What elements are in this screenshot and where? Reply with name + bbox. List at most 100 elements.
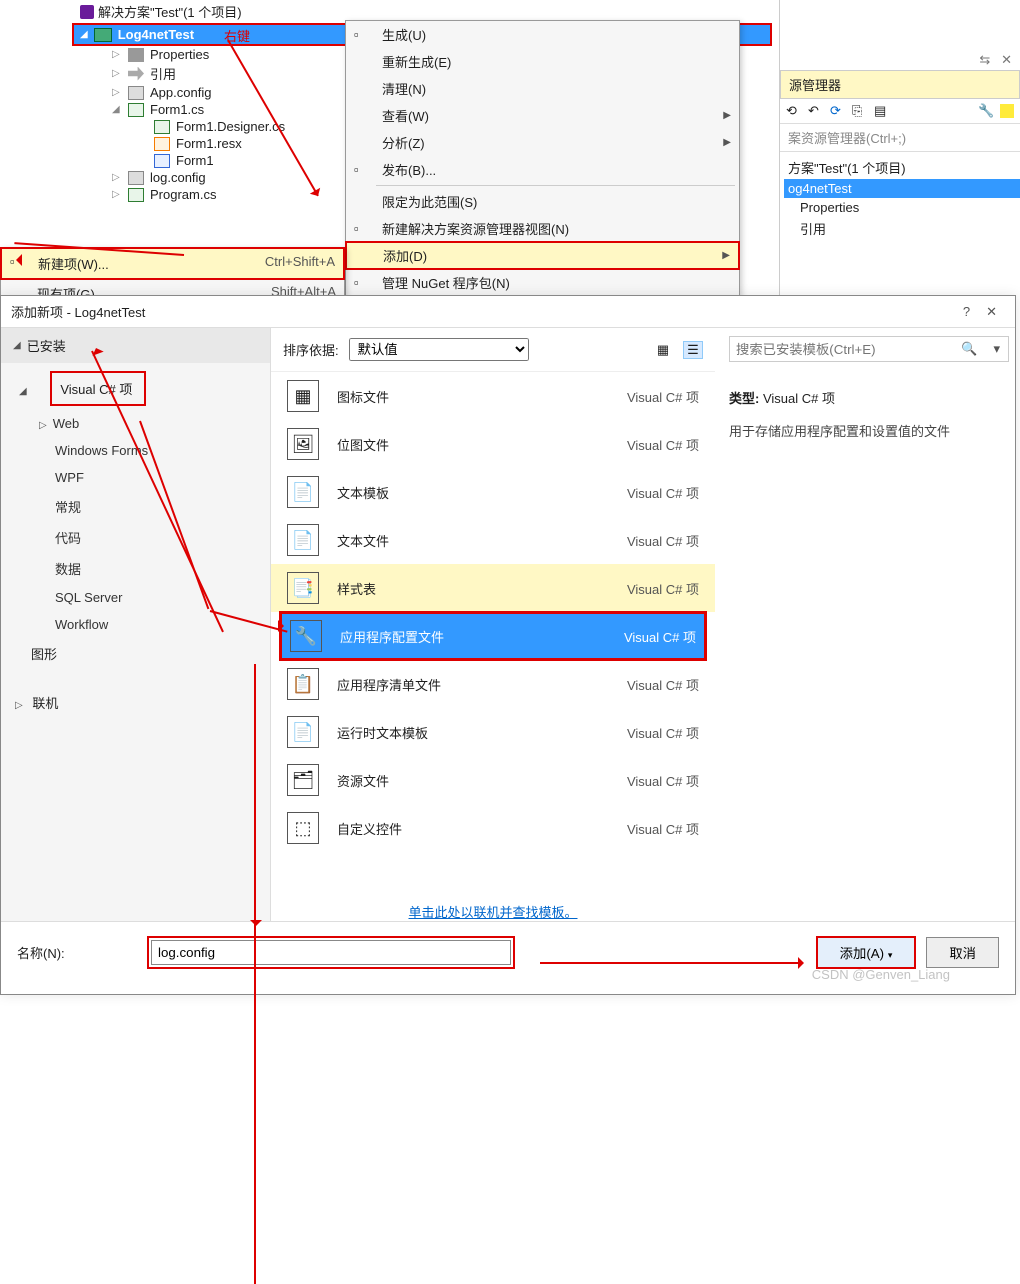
publish-icon: ▫ [354,162,370,178]
copy-icon[interactable]: ⎘ [852,103,868,119]
description-panel: 🔍 ▾ 类型: Visual C# 项 用于存储应用程序配置和设置值的文件 [715,328,1015,921]
menu-item[interactable]: 分析(Z)▶ [346,129,739,156]
menu-item[interactable]: 添加(D)▶ [345,241,740,270]
template-item[interactable]: ⬚自定义控件Visual C# 项 [271,804,715,852]
category-graphics[interactable]: 图形 [1,638,270,669]
sort-label: 排序依据: [283,340,339,359]
chevron-right-icon: ▶ [723,110,731,121]
category-visual-csharp[interactable]: Visual C# 项 [50,371,146,406]
type-line: 类型: Visual C# 项 [729,388,1001,407]
file-icon [128,188,144,202]
template-item[interactable]: 📄文本文件Visual C# 项 [271,516,715,564]
secondary-explorer: ⇆ ✕ 源管理器 ⟲ ↶ ⟳ ⎘ ▤ 🔧 案资源管理器(Ctrl+;) 方案"T… [780,50,1020,290]
chevron-right-icon: ▷ [15,700,23,711]
tree-solution[interactable]: 方案"Test"(1 个项目) [784,156,1020,179]
text-file-icon: 📄 [287,524,319,556]
online-header[interactable]: ▷ 联机 [1,687,270,718]
file-icon [154,154,170,168]
chevron-right-icon: ▶ [722,250,730,261]
view-list-button[interactable]: ☰ [683,341,703,359]
menu-item[interactable]: 限定为此范围(S) [346,188,739,215]
stylesheet-icon: 📑 [287,572,319,604]
template-item[interactable]: 📄文本模板Visual C# 项 [271,468,715,516]
search-templates[interactable]: 🔍 ▾ [729,336,1009,362]
find-online-link[interactable]: 单击此处以联机并查找模板。 [271,892,715,931]
text-tmpl-icon: 📄 [287,476,319,508]
search-input[interactable] [730,337,953,361]
template-item[interactable]: ▦图标文件Visual C# 项 [271,372,715,420]
explorer-tab[interactable]: 源管理器 [780,70,1020,99]
dialog-footer: 名称(N): 添加(A) ▾ 取消 [1,922,1015,983]
tree-references[interactable]: 引用 [784,217,1020,240]
tree-properties[interactable]: Properties [784,198,1020,217]
close-icon[interactable]: ✕ [978,304,1005,320]
context-menu: ▫生成(U)重新生成(E)清理(N)查看(W)▶分析(Z)▶▫发布(B)... 限… [345,20,740,297]
home-icon[interactable]: ⟲ [786,103,802,119]
search-icon[interactable]: 🔍 [953,337,985,361]
wrench-icon[interactable]: 🔧 [978,103,994,119]
back-icon[interactable]: ↶ [808,103,824,119]
menu-item[interactable]: ▫发布(B)... [346,156,739,183]
file-icon [128,48,144,62]
refresh-icon[interactable]: ⟳ [830,103,846,119]
file-icon [154,137,170,151]
dropdown-icon[interactable]: ▾ [985,337,1008,361]
template-item[interactable]: 🖼位图文件Visual C# 项 [271,420,715,468]
csharp-project-icon [94,28,112,42]
template-item[interactable]: 🗂资源文件Visual C# 项 [271,756,715,804]
sort-dropdown[interactable]: 默认值 [349,338,529,361]
category-item[interactable]: SQL Server [1,584,270,611]
category-item[interactable]: ▷Web [1,410,270,437]
nuget-icon: ▫ [354,275,370,291]
add-button[interactable]: 添加(A) ▾ [816,936,917,969]
template-item[interactable]: 📄运行时文本模板Visual C# 项 [271,708,715,756]
window-buttons[interactable]: ⇆ ✕ [780,50,1020,70]
runtime-tmpl-icon: 📄 [287,716,319,748]
chevron-right-icon: ▶ [723,137,731,148]
icon-file-icon: ▦ [287,380,319,412]
file-icon [128,67,144,81]
solution-icon [80,5,94,19]
category-item[interactable]: 代码 [1,522,270,553]
view-icons-button[interactable]: ▦ [653,341,673,359]
project-name: Log4netTest [118,27,194,42]
newview-icon: ▫ [354,221,370,237]
category-item[interactable]: 数据 [1,553,270,584]
cancel-button[interactable]: 取消 [926,937,999,968]
file-icon [154,120,170,134]
solution-title: 解决方案"Test"(1 个项目) [98,2,242,21]
menu-item[interactable]: ▫生成(U) [346,21,739,48]
template-item[interactable]: 📋应用程序清单文件Visual C# 项 [271,660,715,708]
name-input[interactable] [151,940,511,965]
installed-header[interactable]: ◢ 已安装 [1,328,270,363]
name-label: 名称(N): [17,943,137,962]
menu-item[interactable]: ▫管理 NuGet 程序包(N) [346,269,739,296]
menu-item[interactable]: ▫新建解决方案资源管理器视图(N) [346,215,739,242]
template-item[interactable]: 🔧应用程序配置文件Visual C# 项 [279,611,707,661]
type-description: 用于存储应用程序配置和设置值的文件 [729,421,1001,440]
dialog-titlebar: 添加新项 - Log4netTest ? ✕ [1,296,1015,327]
category-item[interactable]: 常规 [1,491,270,522]
highlight-icon[interactable] [1000,104,1014,118]
chevron-down-icon: ◢ [13,340,21,351]
menu-item[interactable]: 重新生成(E) [346,48,739,75]
submenu-item[interactable]: ▫新建项(W)...Ctrl+Shift+A [0,247,345,280]
category-item[interactable]: WPF [1,464,270,491]
template-item[interactable]: 📑样式表Visual C# 项 [271,564,715,612]
properties-icon[interactable]: ▤ [874,103,890,119]
explorer-search[interactable]: 案资源管理器(Ctrl+;) [780,124,1020,152]
tree-project-selected[interactable]: og4netTest [784,179,1020,198]
add-new-item-dialog: 添加新项 - Log4netTest ? ✕ ◢ 已安装 ◢ Visual C#… [0,295,1016,995]
bitmap-icon: 🖼 [287,428,319,460]
explorer-tree: 方案"Test"(1 个项目) og4netTest Properties 引用 [780,152,1020,240]
file-icon [128,103,144,117]
help-icon[interactable]: ? [955,304,978,319]
file-icon [128,171,144,185]
menu-item[interactable]: 清理(N) [346,75,739,102]
caret-icon: ◢ [80,29,88,40]
resource-icon: 🗂 [287,764,319,796]
dialog-title: 添加新项 - Log4netTest [11,302,145,321]
explorer-toolbar: ⟲ ↶ ⟳ ⎘ ▤ 🔧 [780,99,1020,124]
menu-item[interactable]: 查看(W)▶ [346,102,739,129]
file-icon [128,86,144,100]
